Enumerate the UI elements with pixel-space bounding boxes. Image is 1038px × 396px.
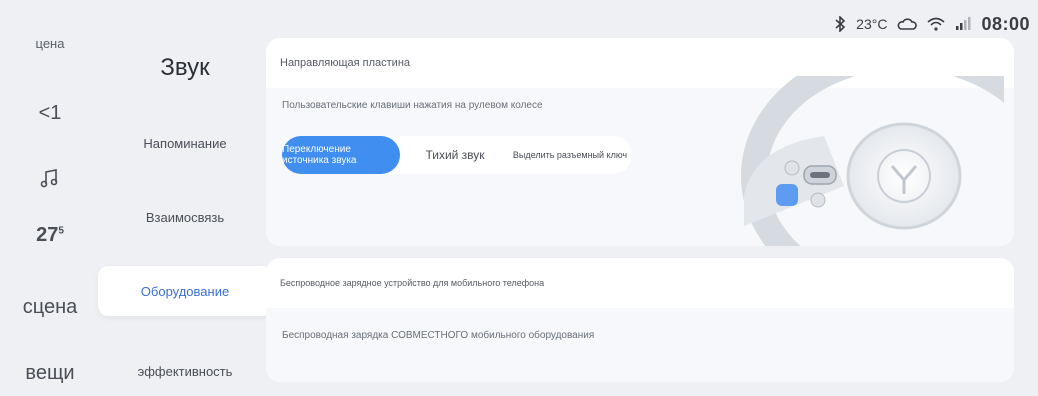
rail-item-music[interactable]	[0, 166, 100, 196]
steering-wheel-card: Направляющая пластина Пользовательские к…	[266, 38, 1014, 246]
wifi-icon	[927, 17, 945, 31]
steering-key-description: Пользовательские клавиши нажатия на руле…	[282, 100, 543, 111]
rail-item-speed[interactable]: <1	[0, 102, 100, 125]
option-switch-source[interactable]: Переключение источника звука	[282, 136, 400, 174]
option-key-highlight[interactable]: Выделить разъемный ключ	[510, 136, 630, 174]
steering-wheel-image	[714, 43, 1014, 246]
left-rail: цена <1 275 сцена вещи	[0, 0, 100, 394]
menu-item-reminder[interactable]: Напоминание	[98, 118, 272, 168]
music-note-icon	[38, 169, 62, 195]
menu-item-equipment[interactable]: Оборудование	[98, 266, 272, 316]
menu-item-interconnect[interactable]: Взаимосвязь	[98, 192, 272, 242]
menu-item-efficiency[interactable]: эффективность	[98, 346, 272, 396]
signal-icon	[955, 17, 971, 31]
wireless-charging-title: Беспроводное зарядное устройство для моб…	[266, 258, 1014, 308]
clock: 08:00	[981, 13, 1030, 34]
option-mute[interactable]: Тихий звук	[400, 136, 510, 174]
temperature-readout: 23°C	[856, 16, 888, 32]
wireless-charging-body: Беспроводная зарядка СОВМЕСТНОГО мобильн…	[266, 308, 1014, 382]
steering-wheel-card-body: Пользовательские клавиши нажатия на руле…	[266, 43, 1014, 246]
rail-item-things[interactable]: вещи	[0, 362, 100, 385]
climate-temp: 27	[36, 224, 59, 246]
submenu-title: Звук	[160, 54, 210, 81]
rail-item-price[interactable]: цена	[0, 36, 100, 51]
cloud-icon	[897, 17, 918, 31]
wireless-charging-card: Беспроводное зарядное устройство для моб…	[266, 258, 1014, 382]
rail-item-scene[interactable]: сцена	[0, 296, 100, 319]
rail-item-climate[interactable]: 275	[0, 224, 100, 247]
wireless-charging-description[interactable]: Беспроводная зарядка СОВМЕСТНОГО мобильн…	[282, 330, 594, 341]
status-bar: 23°C 08:00	[834, 12, 1030, 36]
climate-temp-fraction: 5	[58, 225, 64, 237]
steering-key-segmented-control: Переключение источника звука Тихий звук …	[282, 136, 632, 174]
bluetooth-icon	[834, 16, 846, 32]
